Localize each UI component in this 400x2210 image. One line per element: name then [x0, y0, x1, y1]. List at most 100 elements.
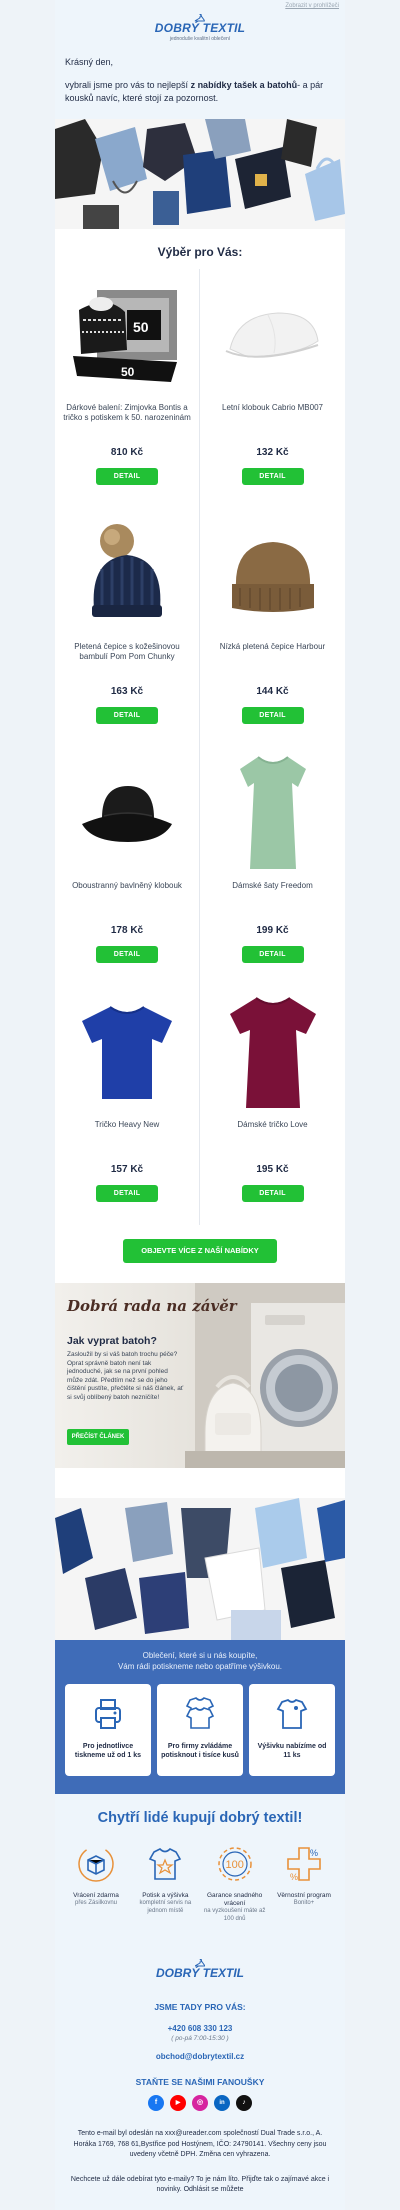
detail-button[interactable]: DETAIL [241, 707, 304, 724]
products-title: Výběr pro Vás: [157, 245, 243, 259]
print-card-label: Výšivku nabízíme od 11 ks [257, 1743, 327, 1759]
product-image-dress[interactable] [208, 753, 337, 873]
benefit-loyalty: %% Věrnostní program Bonito+ [271, 1840, 337, 1923]
detail-button[interactable]: DETAIL [241, 946, 304, 963]
benefit-print: Potisk a výšivka kompletní servis na jed… [132, 1840, 198, 1923]
product-card[interactable]: Oboustranný bavlněný klobouk 178 Kč DETA… [55, 747, 200, 986]
legal-text: Tento e-mail byl odeslán na xxx@ureader.… [73, 2130, 327, 2158]
advice-heading: Jak vyprat batoh? [67, 1335, 157, 1347]
instagram-icon[interactable]: ◎ [192, 2095, 208, 2111]
intro-text: Krásný den, vybrali jsme pro vás to nejl… [55, 56, 345, 119]
product-image-tshirt-heavy[interactable] [63, 992, 191, 1112]
contact-heading: JSME TADY PRO VÁS: [154, 2002, 246, 2012]
product-name[interactable]: Oboustranný bavlněný klobouk [63, 881, 191, 917]
hundred-days-icon: 100 [202, 1840, 268, 1888]
product-image-gift-set[interactable]: 50 50 [63, 275, 191, 395]
bags-collage-graphic [55, 119, 345, 229]
contact-email-link[interactable]: obchod@dobrytextil.cz [67, 2052, 333, 2061]
product-image-tshirt-love[interactable] [208, 992, 337, 1112]
print-card-embroidery[interactable]: Výšivku nabízíme od 11 ks [249, 1684, 335, 1776]
product-card[interactable]: Letní klobouk Cabrio MB007 132 Kč DETAIL [200, 269, 345, 508]
benefits-title: Chytří lidé kupují dobrý textil! [97, 1810, 303, 1826]
hero-bags-image[interactable] [55, 119, 345, 229]
facebook-icon[interactable]: f [148, 2095, 164, 2111]
printer-icon [88, 1692, 128, 1736]
intro-text-bold: z nabídky tašek a batohů [190, 80, 298, 90]
product-name[interactable]: Dárkové balení: Zimjovka Bontis a tričko… [63, 403, 191, 439]
product-card[interactable]: Tričko Heavy New 157 Kč DETAIL [55, 986, 200, 1225]
product-card[interactable]: Dámské tričko Love 195 Kč DETAIL [200, 986, 345, 1225]
print-text-line2: Vám rádi potiskneme nebo opatříme výšivk… [117, 1662, 283, 1671]
detail-button[interactable]: DETAIL [96, 468, 158, 485]
benefit-subtitle: na vyzkoušení máte až 100 dnů [203, 1908, 266, 1922]
detail-button[interactable]: DETAIL [241, 1185, 304, 1202]
social-links: f ▶ ◎ in ♪ [67, 2095, 333, 2111]
read-article-button[interactable]: PŘEČÍST ČLÁNEK [67, 1429, 129, 1445]
return-box-icon [63, 1840, 129, 1888]
product-name[interactable]: Pletená čepice s kožešinovou bambulí Pom… [63, 642, 191, 678]
footer-logo-text: DOBRÝ TEXTIL [155, 1966, 244, 1980]
youtube-icon[interactable]: ▶ [170, 2095, 186, 2111]
benefit-title: Vrácení zdarma [73, 1892, 119, 1899]
product-image-harbour-beanie[interactable] [208, 514, 337, 634]
print-service-band: Oblečení, které si u nás koupíte, Vám rá… [55, 1640, 345, 1794]
product-price: 157 Kč [110, 1164, 144, 1175]
detail-button[interactable]: DETAIL [96, 707, 158, 724]
greeting: Krásný den, [65, 57, 114, 67]
footer-logo[interactable]: DOBRÝ TEXTIL [67, 1959, 333, 1980]
product-image-bucket-hat[interactable] [63, 753, 191, 873]
print-card-individuals[interactable]: Pro jednotlivce tiskneme už od 1 ks [65, 1684, 151, 1776]
detail-button[interactable]: DETAIL [241, 468, 304, 485]
unsubscribe-text[interactable]: Nechcete už dále odebírat tyto e-maily? … [67, 2175, 333, 2196]
benefit-guarantee: 100 Garance snadného vrácení na vyzkouše… [202, 1840, 268, 1923]
print-cards: Pro jednotlivce tiskneme už od 1 ks Pro … [63, 1684, 337, 1776]
benefit-title: Věrnostní program [277, 1892, 331, 1899]
product-card[interactable]: Nízká pletená čepice Harbour 144 Kč DETA… [200, 508, 345, 747]
svg-text:%: % [310, 1848, 318, 1858]
benefits-section: Chytří lidé kupují dobrý textil! Vrácení… [55, 1794, 345, 1941]
contact-hours: ( po-pá 7:00-15:30 ) [171, 2035, 229, 2042]
product-image-summer-hat[interactable] [208, 275, 337, 395]
stacked-shirts-icon [180, 1692, 220, 1736]
benefit-subtitle: přes Zásilkovnu [74, 1900, 118, 1906]
product-name[interactable]: Dámské šaty Freedom [208, 881, 337, 917]
contact-phone-link[interactable]: +420 608 330 123 [67, 2024, 333, 2033]
product-card[interactable]: 50 50 Dárkové balení: Zimjovka Bontis a … [55, 269, 200, 508]
view-in-browser-link[interactable]: Zobrazit v prohlížeči [285, 3, 339, 9]
advice-title: Dobrá rada na závěr [67, 1297, 237, 1315]
tshirt-icon [272, 1692, 312, 1736]
logo-text: DOBRÝ TEXTIL [154, 21, 246, 35]
svg-text:50: 50 [133, 319, 149, 335]
svg-text:50: 50 [121, 365, 135, 379]
print-card-companies[interactable]: Pro firmy zvládáme potisknout i tisíce k… [157, 1684, 243, 1776]
intro-paragraph: vybrali jsme pro vás to nejlepší z nabíd… [65, 79, 335, 105]
brand-logo[interactable]: DOBRÝ TEXTIL jednoduše kvalitní oblečení [155, 14, 245, 42]
product-name[interactable]: Tričko Heavy New [63, 1120, 191, 1156]
product-price: 810 Kč [110, 447, 144, 458]
benefit-subtitle: kompletní servis na jednom místě [139, 1900, 192, 1914]
benefit-title: Potisk a výšivka [142, 1892, 189, 1899]
tiktok-icon[interactable]: ♪ [236, 2095, 252, 2111]
product-image-pompom-beanie[interactable] [63, 514, 191, 634]
product-name[interactable]: Dámské tričko Love [208, 1120, 337, 1156]
detail-button[interactable]: DETAIL [96, 946, 158, 963]
svg-text:100: 100 [225, 1859, 243, 1871]
product-card[interactable]: Dámské šaty Freedom 199 Kč DETAIL [200, 747, 345, 986]
advice-banner[interactable]: Dobrá rada na závěr Jak vyprat batoh? Za… [55, 1283, 345, 1468]
product-price: 144 Kč [256, 686, 289, 697]
linkedin-icon[interactable]: in [214, 2095, 230, 2111]
discover-more-button[interactable]: OBJEVTE VÍCE Z NAŠÍ NABÍDKY [123, 1239, 277, 1263]
benefit-free-return: Vrácení zdarma přes Zásilkovnu [63, 1840, 129, 1923]
product-name[interactable]: Nízká pletená čepice Harbour [208, 642, 337, 678]
product-card[interactable]: Pletená čepice s kožešinovou bambulí Pom… [55, 508, 200, 747]
detail-button[interactable]: DETAIL [96, 1185, 158, 1202]
product-name[interactable]: Letní klobouk Cabrio MB007 [208, 403, 337, 439]
intro-text-start: vybrali jsme pro vás to nejlepší [65, 80, 191, 90]
product-price: 195 Kč [256, 1164, 289, 1175]
benefit-subtitle: Bonito+ [293, 1900, 315, 1906]
fans-heading: STAŇTE SE NAŠIMI FANOUŠKY [135, 2077, 265, 2087]
spacer [55, 1468, 345, 1498]
print-card-label: Pro firmy zvládáme potisknout i tisíce k… [161, 1743, 239, 1759]
logo-tagline: jednoduše kvalitní oblečení [169, 36, 231, 42]
print-bags-image[interactable] [55, 1498, 345, 1640]
